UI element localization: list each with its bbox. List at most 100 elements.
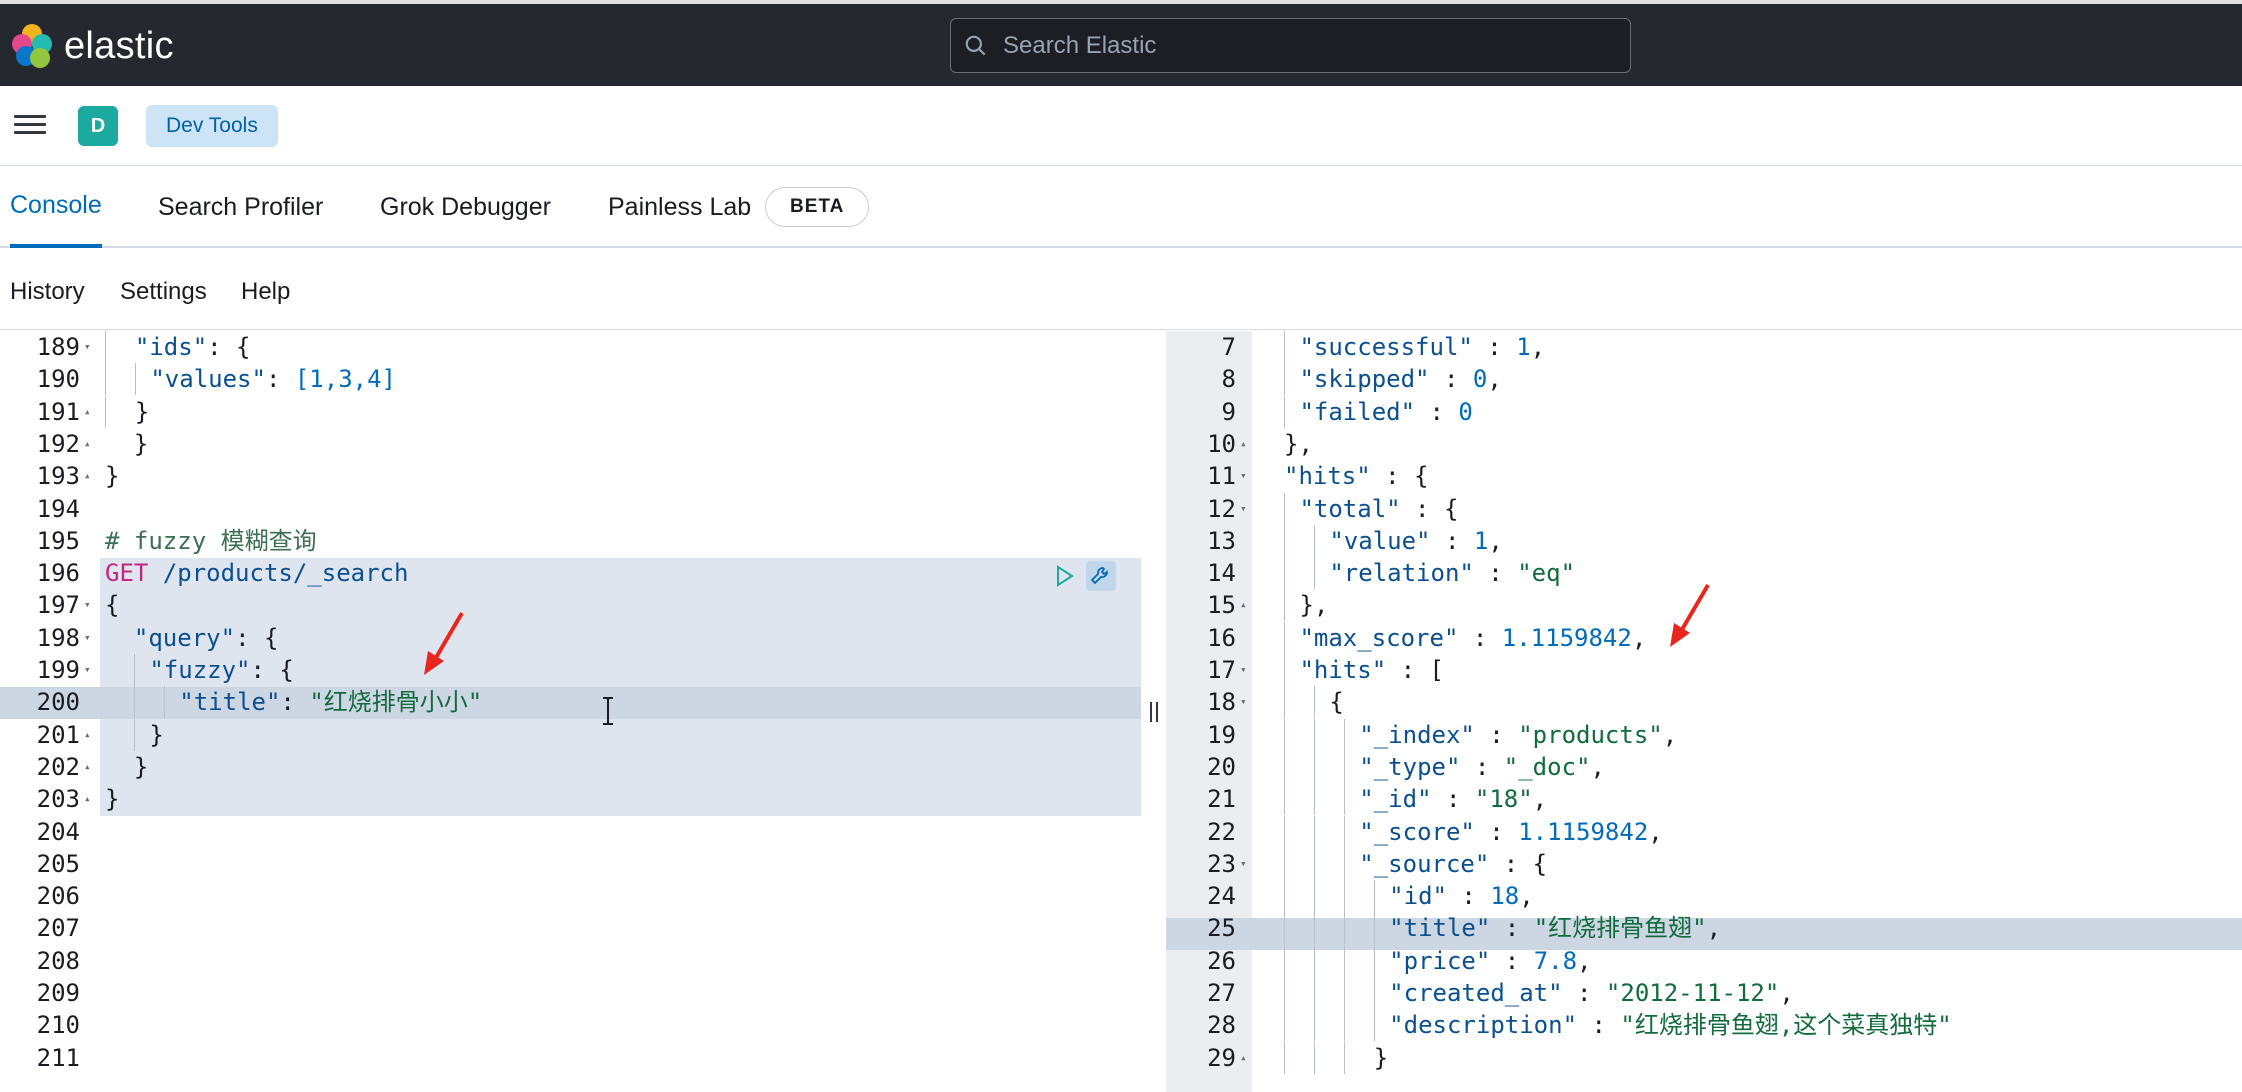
line-number-row: 10 ▴ [1166, 428, 2242, 460]
search-input[interactable] [1003, 31, 1563, 60]
code-line: "values": [1,3,4] [105, 363, 397, 396]
line-number: 10 [1207, 429, 1236, 458]
hamburger-menu-icon[interactable] [14, 110, 46, 138]
global-search[interactable] [950, 18, 1631, 73]
fold-toggle-icon[interactable]: ▴ [84, 428, 91, 460]
line-number: 27 [1207, 979, 1236, 1007]
line-number: 24 [1207, 882, 1236, 911]
code-line: "_id" : "18", [1284, 783, 1547, 816]
line-number-row: 210 [0, 1009, 1141, 1041]
code-line: }, [1284, 589, 1328, 622]
tab-painless-lab[interactable]: Painless Lab [608, 166, 751, 248]
code-token: "total" [1299, 494, 1401, 523]
code-token: 1 [1516, 333, 1531, 361]
line-number: 193 [36, 462, 80, 491]
code-token: "ids" [134, 333, 208, 361]
top-header: elastic [0, 0, 2242, 86]
code-line: "total" : { [1284, 492, 1458, 525]
line-number-row: 208 [0, 945, 1141, 977]
tab-search-profiler[interactable]: Search Profiler [158, 166, 323, 248]
fold-toggle-icon[interactable]: ▾ [84, 654, 91, 686]
code-token: 18 [1490, 882, 1520, 911]
code-token: "query" [133, 623, 236, 652]
fold-toggle-icon[interactable]: ▴ [1240, 589, 1247, 621]
code-token: [1,3,4] [294, 365, 397, 394]
line-number-row: 192 ▴ [0, 428, 1141, 460]
line-number: 203 [36, 785, 80, 814]
code-token: # fuzzy 模糊查询 [105, 526, 317, 555]
annotation-arrow-icon [424, 611, 464, 675]
line-number-row: 205 [0, 848, 1141, 880]
code-line: "relation" : "eq" [1284, 557, 1576, 590]
search-icon [965, 35, 986, 55]
line-number: 8 [1221, 365, 1236, 394]
line-number: 29 [1207, 1043, 1236, 1072]
line-number: 25 [1207, 914, 1236, 943]
code-comment: # fuzzy 模糊查询 [105, 525, 317, 557]
fold-toggle-icon[interactable]: ▾ [1240, 460, 1247, 492]
code-token: "skipped" [1299, 365, 1430, 394]
wrench-icon[interactable] [1086, 561, 1116, 591]
code-line: "query": { [133, 623, 279, 652]
code-token: "fuzzy" [149, 656, 251, 684]
code-token: 1.1159842 [1501, 623, 1632, 652]
code-token: "hits" [1299, 656, 1387, 684]
panel-resizer[interactable] [1141, 331, 1166, 1092]
fold-toggle-icon[interactable]: ▴ [84, 460, 91, 492]
code-line: "hits" : [ [1284, 654, 1444, 686]
line-number: 11 [1207, 462, 1236, 491]
code-token: "_id" [1359, 785, 1432, 814]
elastic-logo[interactable]: elastic [10, 24, 174, 68]
fold-toggle-icon[interactable]: ▾ [1240, 654, 1247, 686]
fold-toggle-icon[interactable]: ▴ [84, 751, 91, 783]
code-token: 1 [1473, 526, 1489, 555]
code-line: { [105, 591, 120, 620]
fold-toggle-icon[interactable]: ▾ [84, 331, 91, 363]
line-number: 194 [36, 494, 80, 523]
line-number: 191 [36, 397, 80, 426]
line-number: 201 [36, 720, 80, 749]
code-line: "description" : "红烧排骨鱼翅,这个菜真独特" [1284, 1009, 1952, 1042]
tab-console[interactable]: Console [10, 166, 102, 248]
fold-toggle-icon[interactable]: ▴ [84, 396, 91, 428]
resize-handle-icon [1149, 701, 1158, 722]
code-line: } [133, 752, 149, 781]
history-link[interactable]: History [10, 278, 85, 306]
code-token: "price" [1389, 946, 1491, 975]
line-number: 16 [1207, 623, 1236, 652]
code-line: }, [1284, 429, 1313, 458]
tab-grok-debugger[interactable]: Grok Debugger [380, 166, 551, 248]
line-number: 198 [36, 623, 80, 652]
code-token: 7.8 [1533, 946, 1578, 975]
code-line: "created_at" : "2012-11-12", [1284, 977, 1794, 1009]
breadcrumb-dev-tools[interactable]: Dev Tools [146, 105, 278, 147]
settings-link[interactable]: Settings [120, 278, 207, 306]
code-token: "hits" [1284, 462, 1371, 491]
fold-toggle-icon[interactable]: ▾ [1240, 686, 1247, 718]
line-number: 20 [1207, 752, 1236, 781]
fold-toggle-icon[interactable]: ▾ [1240, 848, 1247, 880]
line-number: 26 [1207, 946, 1236, 975]
fold-toggle-icon[interactable]: ▴ [1240, 428, 1247, 460]
fold-toggle-icon[interactable]: ▾ [84, 622, 91, 654]
code-token: "18" [1474, 785, 1533, 814]
help-link[interactable]: Help [241, 278, 290, 306]
code-token: "values" [150, 365, 266, 394]
code-token: "id" [1389, 882, 1447, 911]
fold-toggle-icon[interactable]: ▾ [84, 589, 91, 621]
code-token: "value" [1329, 526, 1431, 555]
line-number-row: 209 [0, 977, 1141, 1009]
code-line: "id" : 18, [1284, 880, 1534, 913]
fold-toggle-icon[interactable]: ▾ [1240, 493, 1247, 525]
space-avatar[interactable]: D [78, 106, 118, 146]
code-line: "title" : "红烧排骨鱼翅", [1284, 912, 1721, 945]
code-token: "eq" [1517, 559, 1576, 588]
code-line: "failed" : 0 [1284, 395, 1473, 428]
play-icon[interactable] [1052, 564, 1076, 588]
fold-toggle-icon[interactable]: ▴ [1240, 1042, 1247, 1074]
fold-toggle-icon[interactable]: ▴ [84, 719, 91, 751]
code-line: } [1284, 1041, 1388, 1074]
fold-toggle-icon[interactable]: ▴ [84, 783, 91, 815]
request-editor[interactable]: 189 ▾ 190 191 ▴ 192 ▴ 193 ▴ 194 195 196 197 ▾ 198 ▾ 199 ▾… [0, 331, 1141, 1092]
response-viewer[interactable]: 7 8 9 10 ▴ 11 ▾ 12 ▾ 13 14 15 ▴ 16 17 ▾ 18 ▾ 19 20 21 22 23 ▾ 24… [1166, 331, 2242, 1092]
